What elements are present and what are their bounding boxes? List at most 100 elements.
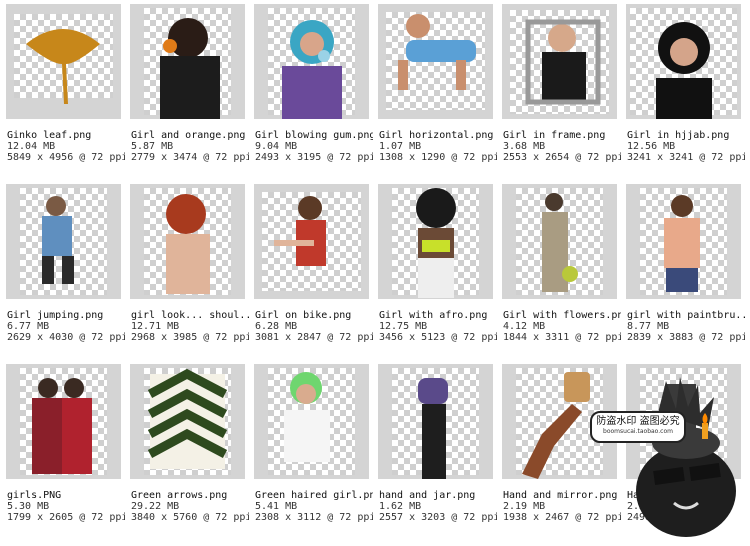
file-size: 5.87 MB: [131, 141, 174, 152]
file-size: 8.77 MB: [627, 321, 670, 332]
file-name[interactable]: girl with paintbru...: [627, 310, 745, 321]
file-name[interactable]: Girl jumping.png: [7, 310, 125, 321]
file-size: 12.75 MB: [379, 321, 428, 332]
watermark-text: 防盗水印 盗图必究: [596, 416, 680, 427]
file-thumbnail[interactable]: [378, 4, 493, 119]
file-tile[interactable]: girl look... shoul... 12.71 MB 2968 x 3985…: [124, 180, 249, 358]
file-dimensions: 3840 x 5760 @ 72 ppi: [131, 512, 249, 523]
file-thumbnail[interactable]: [626, 4, 741, 119]
mascot-icon: [636, 377, 736, 537]
file-size: 1.62 MB: [379, 501, 422, 512]
watermark-bubble: 防盗水印 盗图必究 boomsucai.taobao.com: [590, 411, 686, 443]
portrait-image: [130, 4, 245, 119]
portrait-image: [254, 4, 369, 119]
file-tile[interactable]: Girl and orange.png 5.87 MB 2779 x 3474 @ …: [124, 0, 249, 178]
file-thumbnail[interactable]: [130, 4, 245, 119]
person-image: [6, 184, 121, 299]
person-image: [502, 184, 617, 299]
file-tile[interactable]: Girl jumping.png 6.77 MB 2629 x 4030 @ 72 …: [0, 180, 125, 358]
file-tile[interactable]: girl with paintbru... 8.77 MB 2839 x 3883 …: [620, 180, 745, 358]
file-name[interactable]: Girl on bike.png: [255, 310, 373, 321]
hand-image: [378, 364, 493, 479]
file-thumbnail[interactable]: [130, 184, 245, 299]
file-name[interactable]: Green arrows.png: [131, 490, 249, 501]
file-size: 9.04 MB: [255, 141, 298, 152]
file-thumbnail[interactable]: [6, 4, 121, 119]
file-dimensions: 2553 x 2654 @ 72 ppi: [503, 152, 621, 163]
file-tile[interactable]: Girl in frame.png 3.68 MB 2553 x 2654 @ 72…: [496, 0, 621, 178]
file-tile[interactable]: Girl in hjjab.png 12.56 MB 3241 x 3241 @ 7…: [620, 0, 745, 178]
file-dimensions: 3241 x 3241 @ 72 ppi: [627, 152, 745, 163]
file-thumbnail[interactable]: [254, 4, 369, 119]
file-thumbnail[interactable]: [378, 184, 493, 299]
file-name[interactable]: Girl and orange.png: [131, 130, 249, 141]
file-meta: girl with paintbru... 8.77 MB 2839 x 3883 …: [627, 310, 745, 343]
file-meta: Green arrows.png 29.22 MB 3840 x 5760 @ 72…: [131, 490, 249, 523]
file-thumbnail[interactable]: [626, 184, 741, 299]
file-tile[interactable]: Girl on bike.png 6.28 MB 3081 x 2847 @ 72 …: [248, 180, 373, 358]
file-tile[interactable]: Ginko leaf.png 12.04 MB 5849 x 4956 @ 72 p…: [0, 0, 125, 178]
file-meta: Girl in frame.png 3.68 MB 2553 x 2654 @ 72…: [503, 130, 621, 163]
person-image: [6, 364, 121, 479]
file-thumbnail[interactable]: [378, 364, 493, 479]
file-name[interactable]: Girl with flowers.png: [503, 310, 621, 321]
file-meta: Girl horizontal.png 1.07 MB 1308 x 1290 @ …: [379, 130, 497, 163]
file-name[interactable]: Green haired girl.png: [255, 490, 373, 501]
file-thumbnail[interactable]: [502, 4, 617, 119]
file-size: 5.41 MB: [255, 501, 298, 512]
file-name[interactable]: Girl with afro.png: [379, 310, 497, 321]
file-size: 12.71 MB: [131, 321, 180, 332]
file-size: 4.12 MB: [503, 321, 546, 332]
file-name[interactable]: Girl in frame.png: [503, 130, 621, 141]
file-meta: Ginko leaf.png 12.04 MB 5849 x 4956 @ 72 p…: [7, 130, 125, 163]
file-thumbnail[interactable]: [6, 184, 121, 299]
file-dimensions: 1308 x 1290 @ 72 ppi: [379, 152, 497, 163]
file-meta: Girl in hjjab.png 12.56 MB 3241 x 3241 @ 7…: [627, 130, 745, 163]
file-tile[interactable]: Girl with afro.png 12.75 MB 3456 x 5123 @ …: [372, 180, 497, 358]
person-image: [378, 184, 493, 299]
file-meta: Girl jumping.png 6.77 MB 2629 x 4030 @ 72 …: [7, 310, 125, 343]
file-tile[interactable]: Green arrows.png 29.22 MB 3840 x 5760 @ 72…: [124, 360, 249, 538]
portrait-image: [626, 4, 741, 119]
file-name[interactable]: girls.PNG: [7, 490, 125, 501]
file-thumbnail[interactable]: [502, 184, 617, 299]
file-thumbnail[interactable]: [6, 364, 121, 479]
file-tile[interactable]: girls.PNG 5.30 MB 1799 x 2605 @ 72 ppi: [0, 360, 125, 538]
file-size: 5.30 MB: [7, 501, 50, 512]
file-thumbnail[interactable]: [254, 364, 369, 479]
file-size: 3.68 MB: [503, 141, 546, 152]
file-dimensions: 2839 x 3883 @ 72 ppi: [627, 332, 745, 343]
file-size: 12.56 MB: [627, 141, 676, 152]
file-name[interactable]: hand and jar.png: [379, 490, 497, 501]
file-dimensions: 1844 x 3311 @ 72 ppi: [503, 332, 621, 343]
file-dimensions: 2968 x 3985 @ 72 ppi: [131, 332, 249, 343]
leaf-image: [6, 4, 121, 119]
portrait-image: [378, 4, 493, 119]
file-tile[interactable]: Girl blowing gum.png 9.04 MB 2493 x 3195 @…: [248, 0, 373, 178]
file-dimensions: 2629 x 4030 @ 72 ppi: [7, 332, 125, 343]
file-dimensions: 3456 x 5123 @ 72 ppi: [379, 332, 497, 343]
file-name[interactable]: Girl in hjjab.png: [627, 130, 745, 141]
file-tile[interactable]: hand and jar.png 1.62 MB 2557 x 3203 @ 72 …: [372, 360, 497, 538]
file-dimensions: 2557 x 3203 @ 72 ppi: [379, 512, 497, 523]
file-name[interactable]: Girl horizontal.png: [379, 130, 497, 141]
file-size: 1.07 MB: [379, 141, 422, 152]
person-image: [130, 184, 245, 299]
file-dimensions: 2493 x 3195 @ 72 ppi: [255, 152, 373, 163]
file-dimensions: 1799 x 2605 @ 72 ppi: [7, 512, 125, 523]
file-meta: Green haired girl.png 5.41 MB 2308 x 3112 …: [255, 490, 373, 523]
file-size: 6.28 MB: [255, 321, 298, 332]
file-meta: Girl with flowers.png 4.12 MB 1844 x 3311 …: [503, 310, 621, 343]
file-tile[interactable]: Girl horizontal.png 1.07 MB 1308 x 1290 @ …: [372, 0, 497, 178]
file-name[interactable]: Girl blowing gum.png: [255, 130, 373, 141]
file-name[interactable]: Ginko leaf.png: [7, 130, 125, 141]
file-dimensions: 2779 x 3474 @ 72 ppi: [131, 152, 249, 163]
file-name[interactable]: girl look... shoul...: [131, 310, 249, 321]
file-tile[interactable]: Girl with flowers.png 4.12 MB 1844 x 3311 …: [496, 180, 621, 358]
file-meta: Girl on bike.png 6.28 MB 3081 x 2847 @ 72 …: [255, 310, 373, 343]
watermark-url: boomsucai.taobao.com: [603, 428, 673, 435]
file-thumbnail[interactable]: [254, 184, 369, 299]
file-size: 6.77 MB: [7, 321, 50, 332]
file-tile[interactable]: Green haired girl.png 5.41 MB 2308 x 3112 …: [248, 360, 373, 538]
file-thumbnail[interactable]: [130, 364, 245, 479]
